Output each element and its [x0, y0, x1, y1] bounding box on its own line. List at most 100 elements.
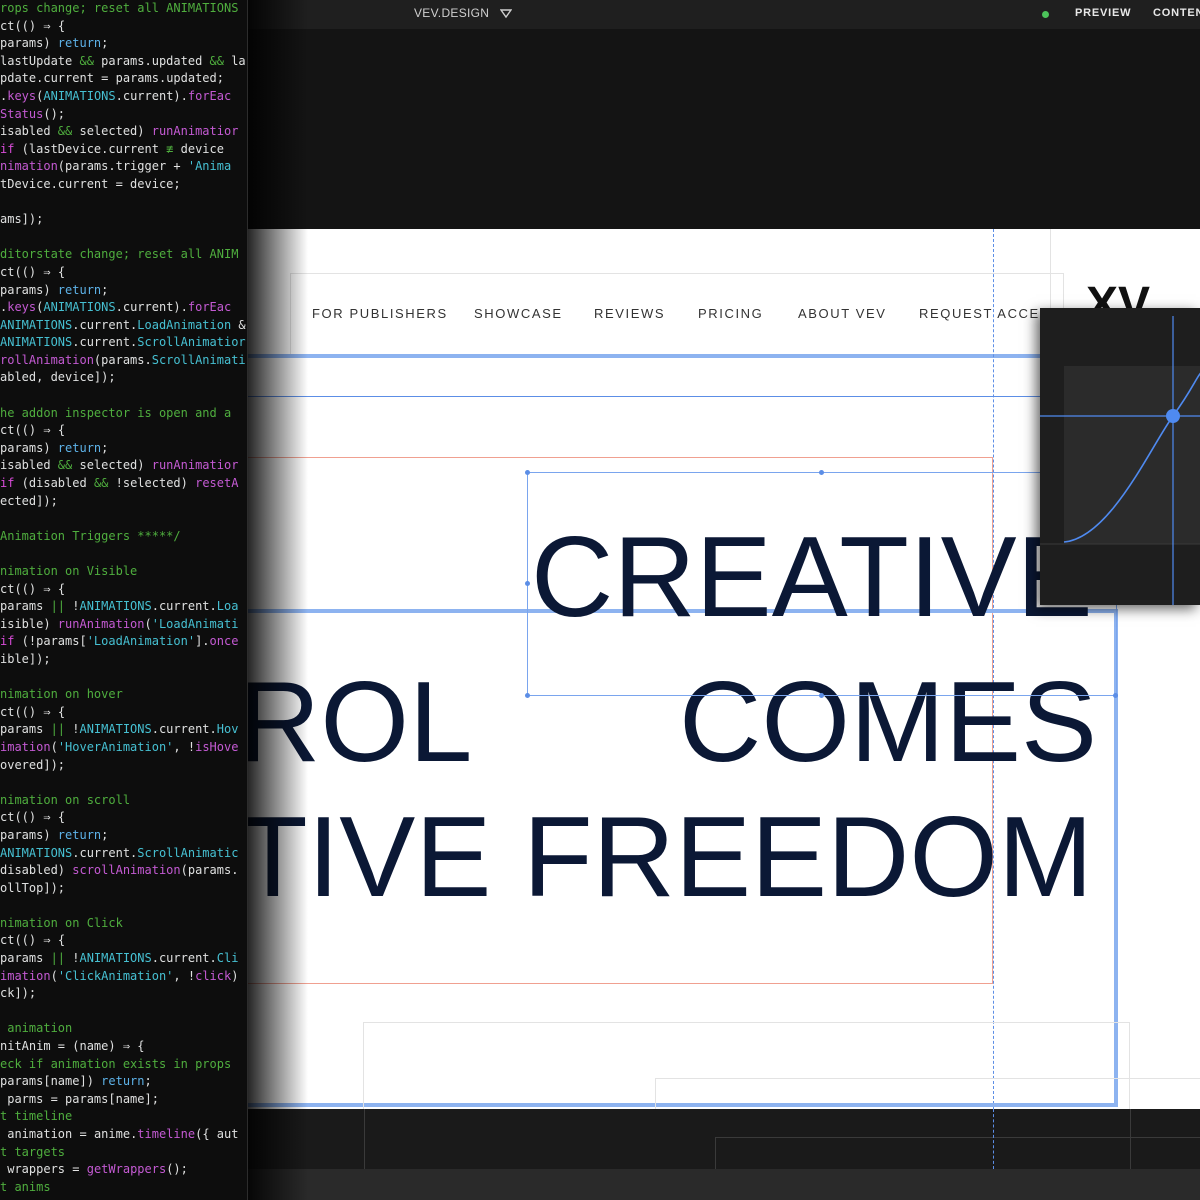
- code-token: isabled: [0, 124, 58, 139]
- easing-curve-panel[interactable]: [1040, 308, 1200, 605]
- code-line[interactable]: Animation Triggers *****/: [0, 528, 246, 546]
- code-line[interactable]: Status();: [0, 106, 246, 124]
- code-line[interactable]: .keys(ANIMATIONS.current).forEac: [0, 299, 246, 317]
- code-line[interactable]: [0, 669, 246, 687]
- code-editor-panel[interactable]: rops change; reset all ANIMATIONS ct(() ⇒…: [0, 0, 248, 1200]
- code-token: la: [223, 53, 246, 68]
- headline-freedom[interactable]: FREEDOM: [523, 801, 1093, 915]
- nav-item-about-vev[interactable]: ABOUT VEV: [798, 306, 887, 321]
- code-line[interactable]: t anims: [0, 1179, 246, 1197]
- code-line[interactable]: ected]);: [0, 493, 246, 511]
- code-line[interactable]: ANIMATIONS.current.LoadAnimation &: [0, 317, 246, 335]
- code-token: (: [50, 739, 58, 754]
- code-line[interactable]: isabled && selected) runAnimatior: [0, 123, 246, 141]
- code-line[interactable]: ANIMATIONS.current.ScrollAnimatic: [0, 845, 246, 863]
- code-line[interactable]: if (!params['LoadAnimation'].once: [0, 633, 246, 651]
- code-line[interactable]: [0, 194, 246, 212]
- code-line[interactable]: nitAnim = (name) ⇒ {: [0, 1038, 246, 1056]
- code-line[interactable]: tDevice.current = device;: [0, 176, 246, 194]
- code-line[interactable]: [0, 897, 246, 915]
- code-line[interactable]: lastUpdate && params.updated && la: [0, 53, 246, 71]
- code-line[interactable]: he addon inspector is open and a: [0, 405, 246, 423]
- code-line[interactable]: eck if animation exists in props: [0, 1056, 246, 1074]
- code-line[interactable]: [0, 387, 246, 405]
- code-line[interactable]: ck]);: [0, 985, 246, 1003]
- code-line[interactable]: ct(() ⇒ {: [0, 264, 246, 282]
- resize-handle[interactable]: [525, 470, 530, 475]
- code-line[interactable]: isabled && selected) runAnimatior: [0, 457, 246, 475]
- code-line[interactable]: if (disabled && !selected) resetA: [0, 475, 246, 493]
- code-line[interactable]: animation = anime.timeline({ aut: [0, 1126, 246, 1144]
- code-line[interactable]: wrappers = getWrappers();: [0, 1161, 246, 1179]
- chevron-down-icon[interactable]: [500, 8, 512, 20]
- code-line[interactable]: pdate.current = params.updated;: [0, 70, 246, 88]
- content-button[interactable]: CONTEN: [1153, 7, 1200, 19]
- code-line[interactable]: nimation on scroll: [0, 792, 246, 810]
- nav-item-showcase[interactable]: SHOWCASE: [474, 306, 563, 321]
- code-line[interactable]: overed]);: [0, 757, 246, 775]
- code-token: Hov: [216, 722, 239, 737]
- code-line[interactable]: imation('ClickAnimation', !click): [0, 968, 246, 986]
- code-line[interactable]: t targets: [0, 1144, 246, 1162]
- code-line[interactable]: params || !ANIMATIONS.current.Loa: [0, 598, 246, 616]
- headline-tive[interactable]: TIVE: [248, 801, 491, 915]
- code-line[interactable]: [0, 774, 246, 792]
- code-line[interactable]: rops change; reset all ANIMATIONS: [0, 0, 246, 18]
- code-lines[interactable]: rops change; reset all ANIMATIONS ct(() ⇒…: [0, 0, 246, 1196]
- code-line[interactable]: imation('HoverAnimation', !isHove: [0, 739, 246, 757]
- code-token: once: [209, 634, 239, 649]
- code-line[interactable]: ct(() ⇒ {: [0, 809, 246, 827]
- site-name[interactable]: VEV.DESIGN: [414, 6, 489, 20]
- preview-button[interactable]: PREVIEW: [1075, 7, 1131, 19]
- resize-handle[interactable]: [525, 693, 530, 698]
- code-line[interactable]: ditorstate change; reset all ANIM: [0, 246, 246, 264]
- code-line[interactable]: ible]);: [0, 651, 246, 669]
- code-line[interactable]: disabled) scrollAnimation(params.: [0, 862, 246, 880]
- code-line[interactable]: params) return;: [0, 282, 246, 300]
- code-line[interactable]: [0, 545, 246, 563]
- code-line[interactable]: rollAnimation(params.ScrollAnimati: [0, 352, 246, 370]
- nav-item-reviews[interactable]: REVIEWS: [594, 306, 665, 321]
- code-line[interactable]: params) return;: [0, 440, 246, 458]
- resize-handle[interactable]: [1113, 693, 1118, 698]
- code-line[interactable]: animation: [0, 1020, 246, 1038]
- resize-handle[interactable]: [819, 693, 824, 698]
- code-line[interactable]: ct(() ⇒ {: [0, 581, 246, 599]
- resize-handle[interactable]: [819, 470, 824, 475]
- code-line[interactable]: ct(() ⇒ {: [0, 704, 246, 722]
- code-line[interactable]: ct(() ⇒ {: [0, 422, 246, 440]
- code-token: =: [79, 1127, 87, 1141]
- code-line[interactable]: params || !ANIMATIONS.current.Cli: [0, 950, 246, 968]
- code-line[interactable]: nimation(params.trigger + 'Anima: [0, 158, 246, 176]
- code-line[interactable]: .keys(ANIMATIONS.current).forEac: [0, 88, 246, 106]
- code-token: getWrappers: [86, 1162, 167, 1177]
- code-line[interactable]: [0, 1003, 246, 1021]
- headline-rol[interactable]: ROL: [248, 666, 472, 780]
- code-line[interactable]: isible) runAnimation('LoadAnimati: [0, 616, 246, 634]
- code-token: return: [57, 827, 102, 842]
- code-line[interactable]: [0, 510, 246, 528]
- code-line[interactable]: t timeline: [0, 1108, 246, 1126]
- code-token: (!params[: [14, 634, 87, 649]
- code-line[interactable]: ct(() ⇒ {: [0, 18, 246, 36]
- code-line[interactable]: ANIMATIONS.current.ScrollAnimatior: [0, 334, 246, 352]
- code-line[interactable]: nimation on Click: [0, 915, 246, 933]
- code-line[interactable]: abled, device]);: [0, 369, 246, 387]
- code-line[interactable]: parms = params[name];: [0, 1091, 246, 1109]
- code-line[interactable]: params) return;: [0, 35, 246, 53]
- code-line[interactable]: if (lastDevice.current ≢ device: [0, 141, 246, 159]
- code-line[interactable]: params) return;: [0, 827, 246, 845]
- nav-item-for-publishers[interactable]: FOR PUBLISHERS: [312, 306, 448, 321]
- code-line[interactable]: params[name]) return;: [0, 1073, 246, 1091]
- code-line[interactable]: ams]);: [0, 211, 246, 229]
- code-line[interactable]: nimation on Visible: [0, 563, 246, 581]
- nav-item-pricing[interactable]: PRICING: [698, 306, 763, 321]
- code-line[interactable]: [0, 229, 246, 247]
- resize-handle[interactable]: [525, 581, 530, 586]
- code-line[interactable]: nimation on hover: [0, 686, 246, 704]
- code-line[interactable]: ct(() ⇒ {: [0, 932, 246, 950]
- code-line[interactable]: ollTop]);: [0, 880, 246, 898]
- easing-curve-graph[interactable]: [1040, 308, 1200, 605]
- text-selection-box[interactable]: [527, 472, 1117, 696]
- code-line[interactable]: params || !ANIMATIONS.current.Hov: [0, 721, 246, 739]
